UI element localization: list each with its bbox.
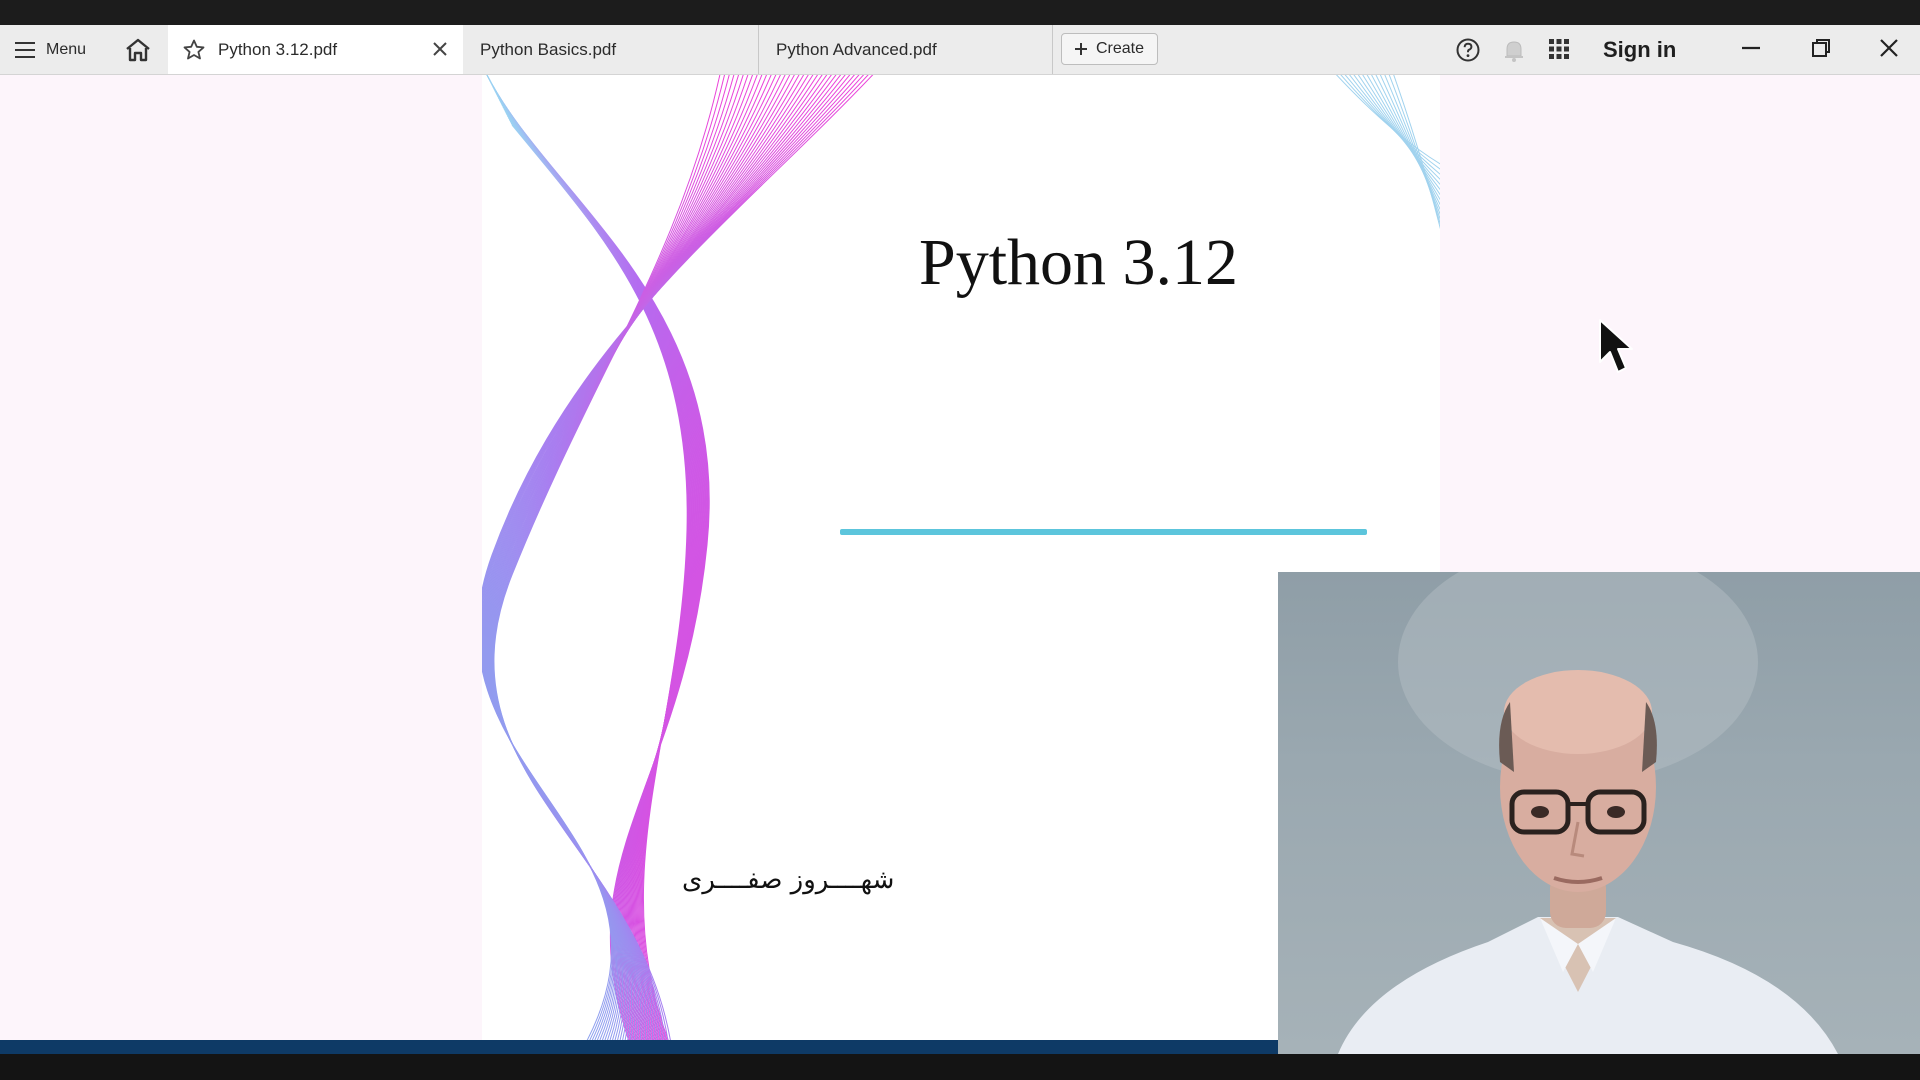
wave-line [484,75,805,1040]
wave-lines-corner [1335,75,1440,230]
wave-line [482,75,874,1040]
document-title: Python 3.12 [919,226,1239,299]
wave-line [484,75,809,1040]
tab-label: Python Advanced.pdf [776,39,937,59]
tab-label: Python Basics.pdf [480,39,617,59]
home-icon[interactable] [124,37,152,63]
wave-line [499,101,697,1040]
wave-line [488,79,705,1040]
wave-line [483,75,823,1040]
status-band [0,1040,1278,1054]
help-icon[interactable] [1455,37,1481,63]
bell-icon[interactable] [1502,37,1526,63]
wave-line [485,75,800,1040]
wave-line [482,75,869,1040]
tab-python-basics[interactable]: Python Basics.pdf [463,25,759,74]
sign-in-label: Sign in [1603,36,1677,62]
wave-line [504,110,693,1040]
tab-python-advanced[interactable]: Python Advanced.pdf [760,25,1053,74]
bottom-strip [0,1054,1920,1080]
wave-line [508,119,690,1040]
wave-line [498,99,697,1040]
sign-in-button[interactable]: Sign in [1603,25,1676,74]
tab-label: Python 3.12.pdf [218,39,338,59]
create-label: Create [1096,40,1145,57]
close-icon[interactable] [431,40,449,58]
restore-icon[interactable] [1810,37,1832,59]
plus-icon [1075,43,1087,55]
title-strip [0,0,1920,25]
wave-line [482,75,832,1040]
star-icon[interactable] [182,38,206,62]
title-divider [840,529,1367,535]
wave-lines-b [482,75,874,1040]
wave-line [482,75,828,1040]
presenter-video [1338,572,1838,1054]
create-button[interactable]: Create [1061,33,1158,65]
wave-line [482,75,842,1040]
wave-line [482,75,846,1040]
close-window-icon[interactable] [1878,37,1900,59]
mouse-pointer-icon [1599,319,1633,373]
menu-button[interactable]: Menu [14,25,86,74]
wave-line [482,75,837,1040]
app-toolbar: Menu Python 3.12.pdf Python Basics.pdf P… [0,25,1920,75]
wave-line [482,75,855,1040]
webcam-overlay [1278,572,1920,1054]
wave-line [482,75,851,1040]
wave-line [483,75,814,1040]
apps-grid-icon[interactable] [1547,37,1571,61]
tab-python-3-12[interactable]: Python 3.12.pdf [168,25,463,74]
menu-label: Menu [46,40,87,58]
hamburger-icon [15,41,35,58]
wave-line [483,75,818,1040]
document-author: شهــــروز صفــــری [682,865,895,895]
minimize-icon[interactable] [1740,37,1762,59]
